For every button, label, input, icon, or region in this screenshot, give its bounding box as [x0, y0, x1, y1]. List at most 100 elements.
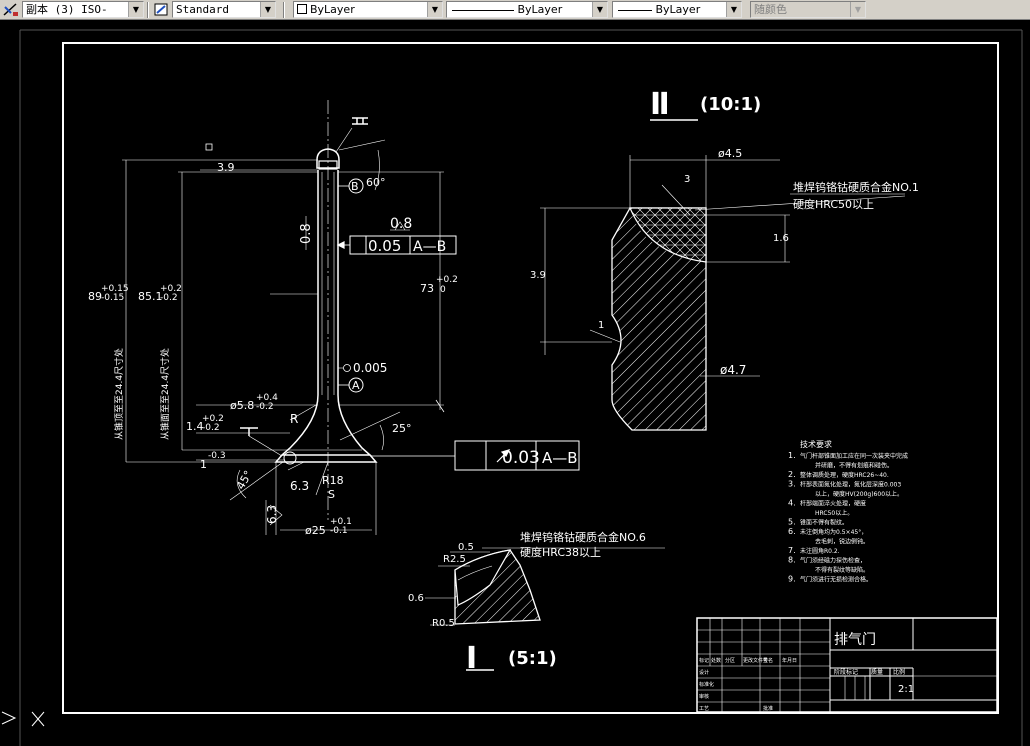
dim-text-58-lo: -0.2: [256, 402, 274, 412]
tb-cell: 工艺: [699, 706, 709, 712]
num-3-label: 3: [684, 174, 690, 185]
dimension-style-value: 副本 (3) ISO-: [26, 3, 108, 16]
plot-style-select[interactable]: 随颜色 ▼: [750, 1, 866, 18]
section-ii-mark: [352, 117, 368, 125]
valve-dimension-texts: 3.9 60° B 0.8 0.8 0.05 A—B 73 +0.2 0 89 …: [88, 161, 578, 537]
tolerance-value: 0.05: [368, 237, 401, 255]
note1b-text: 硬度HRC50以上: [793, 197, 874, 211]
note-text: 去毛刺，锐边倒钝。: [815, 538, 869, 546]
properties-toolbar: 副本 (3) ISO- ▼ Standard ▼ ByLayer ▼ ByLay…: [0, 0, 1030, 20]
detail-ii-scale: (10:1): [700, 94, 761, 115]
dim-text-14: 1.4: [186, 420, 204, 433]
roughness-63-text: 6.3: [290, 479, 309, 493]
note-text: 以上，硬度HV(200g)600以上。: [815, 490, 903, 498]
dimension-style-icon[interactable]: [2, 1, 20, 18]
dim-text-39b: 3.9: [530, 270, 546, 281]
dim-text-39: 3.9: [217, 161, 235, 174]
note-text: 不得有裂纹等缺陷。: [815, 566, 869, 574]
note-text: 并研磨，不得有划痕和碰伤。: [815, 462, 893, 470]
circularity-value: 0.005: [353, 361, 387, 375]
notes-title: 技术要求: [800, 439, 832, 449]
datum-b-label: B: [351, 180, 359, 193]
note-text: 气门须进行无损检测合格。: [800, 576, 872, 584]
stage-label: 阶段标记: [834, 668, 858, 676]
tb-cell: 标准化: [699, 681, 714, 688]
valve-main-view[interactable]: [122, 100, 580, 535]
note-text: 气门须经磁力探伤检查，: [800, 557, 866, 565]
chevron-down-icon[interactable]: ▼: [726, 2, 741, 17]
tb-cell: 处数: [711, 657, 721, 664]
angle-25-arc: [379, 424, 384, 451]
note-number: 6.: [788, 527, 796, 536]
note-text: 气门杆部锥面加工应在同一次装夹中完成: [800, 452, 908, 460]
note-number: 2.: [788, 470, 796, 479]
dim-text-06: 0.6: [408, 593, 424, 604]
s-label: S: [328, 488, 335, 501]
detail-i-scale: (5:1): [508, 648, 557, 669]
leader-line: [287, 461, 305, 471]
note-number: 3.: [788, 480, 796, 489]
toolbar-separator: [283, 2, 285, 18]
chevron-down-icon[interactable]: ▼: [850, 2, 865, 17]
detail-i-label: Ⅰ: [466, 641, 477, 676]
dim-text-1-lo: -0.3: [208, 451, 226, 461]
weight-label: 质量: [871, 668, 883, 676]
note-number: 5.: [788, 518, 796, 527]
note-text: HRC50以上。: [815, 509, 853, 517]
dim-text-16: 1.6: [773, 233, 789, 244]
detail-ii-view[interactable]: [540, 119, 906, 431]
length-note-1: 从锥顶至至24.4尺寸处: [113, 348, 125, 440]
detail-ii-texts: Ⅱ (10:1) ø4.5 堆焊钨铬钴硬质合金NO.1 硬度HRC50以上 1.…: [530, 87, 919, 377]
drawing-canvas[interactable]: 3.9 60° B 0.8 0.8 0.05 A—B 73 +0.2 0 89 …: [0, 20, 1030, 746]
note2b-text: 硬度HRC38以上: [520, 545, 601, 559]
note-text: 整体调质处理，硬度HRC26~40.: [800, 471, 889, 479]
dim-text-73-lo: 0: [440, 285, 446, 295]
dim-text-851: 85.1: [138, 290, 163, 303]
dim-text-73-up: +0.2: [436, 275, 458, 285]
roughness-08-text: 0.8: [390, 216, 412, 232]
leader-line: [589, 329, 621, 343]
toolbar-separator: [147, 2, 149, 18]
note-text: 锥面不得有裂纹。: [800, 519, 848, 527]
datum-a-label: A: [352, 379, 360, 392]
tolerance-datum: A—B: [413, 239, 446, 255]
linetype-swatch-icon: [452, 9, 514, 11]
chevron-down-icon[interactable]: ▼: [427, 2, 442, 17]
note-text: 杆部端面淬火处理，硬度: [800, 500, 866, 508]
section-i-leader: [248, 435, 283, 457]
angle-60-line: [338, 139, 386, 151]
angle-25-line: [339, 411, 401, 441]
dim-text-25-lo: -0.1: [330, 526, 348, 536]
lineweight-control-select[interactable]: ByLayer ▼: [612, 1, 742, 18]
chevron-down-icon[interactable]: ▼: [128, 2, 143, 17]
runout-value: 0.03: [502, 448, 540, 468]
note-text: 未注圆角R0.2.: [800, 547, 840, 555]
section-ii-leader: [335, 127, 353, 153]
lineweight-value: ByLayer: [655, 3, 701, 16]
dim-text-r05: R0.5: [432, 618, 455, 629]
note-number: 7.: [788, 546, 796, 555]
part-name: 排气门: [834, 632, 876, 648]
tb-cell: 年月日: [782, 657, 797, 664]
dim-text-08: 0.8: [299, 223, 314, 244]
linetype-control-select[interactable]: ByLayer ▼: [446, 1, 608, 18]
scale-value: 2:1: [898, 684, 914, 695]
dim-text-25: ø25: [305, 524, 326, 537]
note-number: 1.: [788, 451, 796, 460]
text-style-icon[interactable]: [152, 1, 170, 18]
note-number: 8.: [788, 556, 796, 565]
tb-cell: 标记: [699, 657, 709, 664]
note-number: 9.: [788, 575, 796, 584]
dim-text-d47: ø4.7: [720, 363, 746, 377]
dim-text-05: 0.5: [458, 542, 474, 553]
color-control-select[interactable]: ByLayer ▼: [293, 1, 443, 18]
text-style-select[interactable]: Standard ▼: [172, 1, 276, 18]
chevron-down-icon[interactable]: ▼: [260, 2, 275, 17]
circularity-icon: [343, 364, 351, 372]
dimension-style-select[interactable]: 副本 (3) ISO- ▼: [22, 1, 144, 18]
plot-style-value: 随颜色: [754, 3, 787, 16]
num-1-label: 1: [598, 320, 604, 331]
note2-text: 堆焊钨铬钴硬质合金NO.6: [520, 530, 646, 544]
chevron-down-icon[interactable]: ▼: [592, 2, 607, 17]
text-style-value: Standard: [176, 3, 229, 16]
